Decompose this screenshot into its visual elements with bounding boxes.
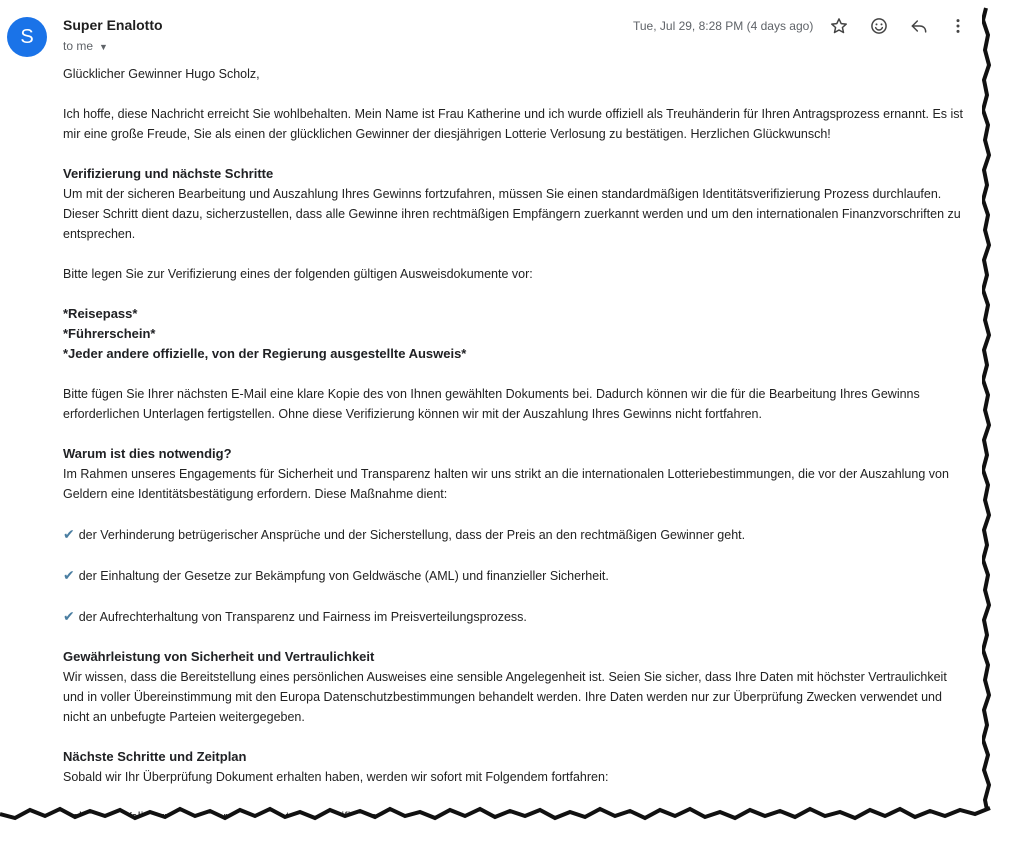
- sender-name[interactable]: Super Enalotto: [63, 17, 163, 33]
- heading-security: Gewährleistung von Sicherheit und Vertra…: [63, 649, 375, 664]
- torn-edge-bottom: [0, 804, 1016, 848]
- emoji-icon[interactable]: [867, 14, 891, 38]
- reason-text: der Aufrechterhaltung von Transparenz un…: [78, 610, 527, 624]
- document-item: *Reisepass*: [63, 306, 138, 321]
- check-icon: ✔: [63, 526, 75, 542]
- next-steps-paragraph: Sobald wir Ihr Überprüfung Dokument erha…: [63, 770, 609, 784]
- greeting: Glücklicher Gewinner Hugo Scholz,: [63, 67, 260, 81]
- why-paragraph: Im Rahmen unseres Engagements für Sicher…: [63, 467, 949, 501]
- recipient-label: to me: [63, 39, 94, 53]
- intro-paragraph: Ich hoffe, diese Nachricht erreicht Sie …: [63, 107, 964, 141]
- star-icon[interactable]: [827, 14, 851, 38]
- heading-next-steps: Nächste Schritte und Zeitplan: [63, 749, 247, 764]
- more-vert-icon[interactable]: [946, 14, 970, 38]
- attach-paragraph: Bitte fügen Sie Ihrer nächsten E-Mail ei…: [63, 387, 920, 421]
- document-item: *Führerschein*: [63, 326, 156, 341]
- email-date: Tue, Jul 29, 8:28 PM (4 days ago): [633, 19, 814, 33]
- email-view: S Super Enalotto to me ▼ Tue, Jul 29, 8:2…: [0, 0, 984, 826]
- torn-edge-right: [982, 0, 1016, 848]
- document-item: *Jeder andere offizielle, von der Regier…: [63, 346, 467, 361]
- email-body: Glücklicher Gewinner Hugo Scholz, Ich ho…: [63, 64, 968, 826]
- chevron-down-icon: ▼: [99, 42, 108, 52]
- documents-intro: Bitte legen Sie zur Verifizierung eines …: [63, 267, 533, 281]
- reason-item: ✔ der Verhinderung betrügerischer Ansprüc…: [63, 524, 968, 545]
- sender-avatar[interactable]: S: [7, 17, 47, 57]
- reason-item: ✔ der Einhaltung der Gesetze zur Bekämpfu…: [63, 565, 968, 586]
- security-paragraph: Wir wissen, dass die Bereitstellung eine…: [63, 670, 947, 724]
- heading-why: Warum ist dies notwendig?: [63, 446, 232, 461]
- reason-item: ✔ der Aufrechterhaltung von Transparenz u…: [63, 606, 968, 627]
- reason-text: der Einhaltung der Gesetze zur Bekämpfun…: [78, 569, 609, 583]
- check-icon: ✔: [63, 608, 75, 624]
- check-icon: ✔: [63, 567, 75, 583]
- heading-verification: Verifizierung und nächste Schritte: [63, 166, 274, 181]
- reply-icon[interactable]: [907, 14, 931, 38]
- recipient-details-toggle[interactable]: to me ▼: [63, 39, 108, 53]
- verification-paragraph: Um mit der sicheren Bearbeitung und Ausz…: [63, 187, 961, 241]
- reason-text: der Verhinderung betrügerischer Ansprüch…: [78, 528, 746, 542]
